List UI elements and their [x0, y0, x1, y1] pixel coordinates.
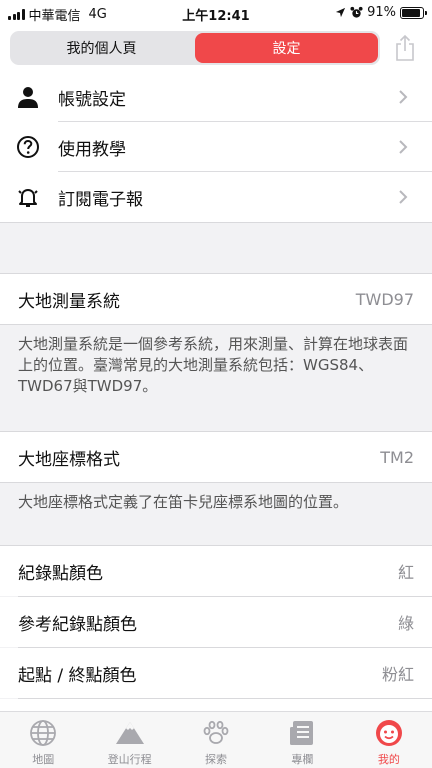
- setting-value: 綠: [397, 614, 414, 633]
- tab-bar: 地圖 登山行程 探索 專欄 我的: [0, 711, 432, 768]
- coord-format-setting-row[interactable]: 大地座標格式 TM2: [0, 432, 432, 482]
- mountain-icon: [115, 718, 145, 748]
- datum-description: 大地測量系統是一個參考系統，用來測量、計算在地球表面上的位置。臺灣常見的大地測量…: [0, 325, 432, 406]
- tab-label: 專欄: [291, 753, 314, 766]
- tab-label: 我的: [377, 753, 400, 766]
- battery-fill: [402, 8, 421, 17]
- tab-label: 登山行程: [107, 753, 152, 766]
- tab-label: 探索: [205, 753, 228, 766]
- tab-mine[interactable]: 我的: [346, 712, 432, 768]
- share-icon[interactable]: [394, 34, 416, 62]
- setting-label: 參考紀錄點顏色: [18, 614, 137, 635]
- setting-label: 紀錄點顏色: [18, 563, 103, 584]
- tab-my-profile[interactable]: 我的個人頁: [10, 31, 193, 65]
- setting-label: 起點 / 終點顏色: [18, 665, 137, 686]
- setting-value: 紅: [397, 563, 414, 582]
- menu-section: 帳號設定 使用教學 訂閱電子報: [0, 72, 432, 222]
- header: 我的個人頁 設定: [0, 26, 432, 72]
- datum-setting-row[interactable]: 大地測量系統 TWD97: [0, 274, 432, 324]
- coord-format-value: TM2: [380, 447, 414, 467]
- menu-item-tutorial[interactable]: 使用教學: [0, 122, 432, 172]
- chevron-right-icon: [398, 90, 412, 104]
- bell-icon: [16, 185, 40, 209]
- coord-format-label: 大地座標格式: [18, 449, 120, 470]
- menu-item-label: 帳號設定: [58, 89, 126, 110]
- reference-point-color-row[interactable]: 參考紀錄點顏色 綠: [0, 597, 432, 647]
- battery-icon: [400, 6, 427, 19]
- partial-row: [0, 699, 432, 711]
- menu-item-account[interactable]: 帳號設定: [0, 72, 432, 122]
- segmented-control: 我的個人頁 設定: [10, 31, 380, 65]
- tab-explore[interactable]: 探索: [173, 712, 259, 768]
- start-end-color-row[interactable]: 起點 / 終點顏色 粉紅: [0, 648, 432, 698]
- menu-item-newsletter[interactable]: 訂閱電子報: [0, 172, 432, 222]
- battery-percent: 91%: [367, 5, 396, 20]
- tab-map[interactable]: 地圖: [0, 712, 86, 768]
- chevron-right-icon: [398, 140, 412, 154]
- face-icon: [374, 718, 404, 748]
- status-right: 91%: [335, 5, 427, 20]
- tab-hiking-trips[interactable]: 登山行程: [86, 712, 172, 768]
- datum-value: TWD97: [355, 289, 414, 309]
- article-icon: [287, 718, 317, 748]
- setting-value: 粉紅: [381, 665, 414, 684]
- tab-settings[interactable]: 設定: [195, 33, 378, 63]
- menu-item-label: 訂閱電子報: [58, 189, 143, 210]
- paw-icon: [201, 718, 231, 748]
- section-divider: [0, 222, 432, 223]
- menu-item-label: 使用教學: [58, 139, 126, 160]
- coord-format-description: 大地座標格式定義了在笛卡兒座標系地圖的位置。: [0, 483, 432, 522]
- tab-columns[interactable]: 專欄: [259, 712, 345, 768]
- record-point-color-row[interactable]: 紀錄點顏色 紅: [0, 546, 432, 596]
- person-icon: [16, 85, 40, 109]
- globe-icon: [28, 718, 58, 748]
- location-arrow-icon: [336, 7, 346, 18]
- alarm-icon: [350, 6, 363, 18]
- chevron-right-icon: [398, 190, 412, 204]
- datum-label: 大地測量系統: [18, 291, 120, 312]
- status-bar: 中華電信 4G 上午12:41 91%: [0, 0, 432, 26]
- tab-label: 地圖: [32, 753, 55, 766]
- question-circle-icon: [16, 135, 40, 159]
